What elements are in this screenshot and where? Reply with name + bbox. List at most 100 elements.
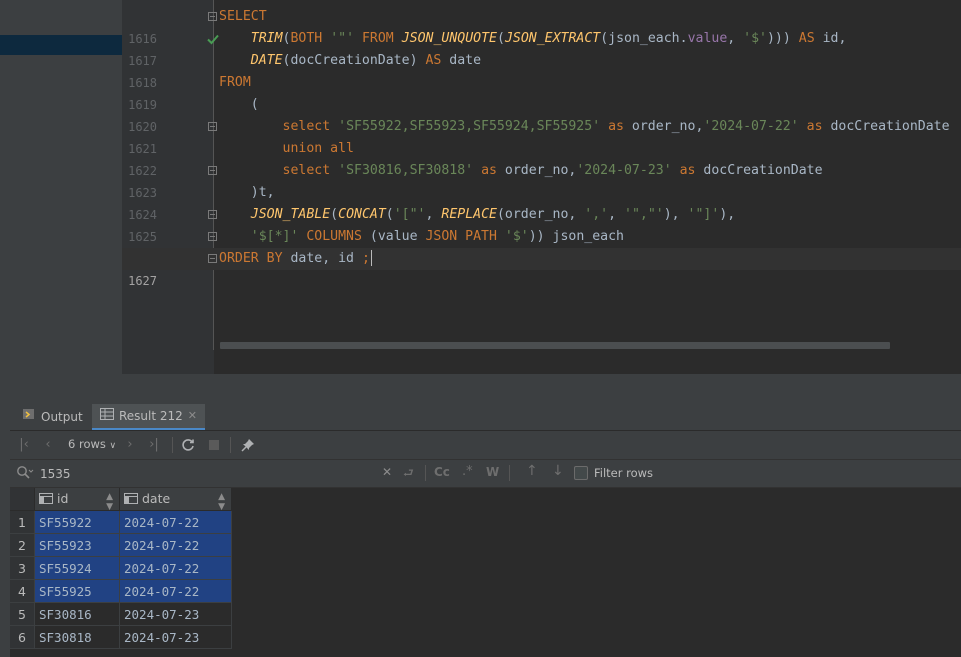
code-line[interactable]: 1625 JSON_TABLE(CONCAT('["', REPLACE(ord… — [122, 204, 961, 244]
code-text: FROM — [219, 75, 251, 90]
project-panel — [0, 0, 122, 374]
fold-icon[interactable] — [208, 122, 217, 131]
whole-words-icon[interactable]: W — [486, 465, 499, 479]
pin-icon[interactable] — [240, 437, 256, 453]
code-line[interactable]: 1619 FROM — [122, 72, 961, 112]
code-line[interactable]: 1620 ( — [122, 94, 961, 134]
row-number[interactable]: 5 — [10, 602, 35, 626]
cell-id[interactable]: SF55924 — [34, 556, 120, 580]
cell-id[interactable]: SF30818 — [34, 625, 120, 649]
cell-id[interactable]: SF55922 — [34, 510, 120, 534]
code-line-current[interactable]: 1627 ORDER BY date, id ; — [122, 248, 961, 288]
row-number[interactable]: 2 — [10, 533, 35, 557]
row-number[interactable]: 6 — [10, 625, 35, 649]
new-line-icon[interactable]: ⮐ — [403, 464, 414, 485]
code-text: DATE(docCreationDate) AS date — [250, 53, 482, 68]
previous-page-icon[interactable]: ‹ — [40, 437, 56, 453]
code-line[interactable]: 1618 DATE(docCreationDate) AS date — [122, 50, 961, 90]
code-text: SELECT — [219, 9, 267, 24]
code-text: '$[*]' COLUMNS (value JSON PATH '$')) js… — [250, 229, 624, 244]
column-icon — [39, 492, 53, 507]
column-icon — [124, 492, 138, 507]
tab-result[interactable]: Result 212 ✕ — [92, 404, 206, 430]
panel-divider[interactable] — [0, 374, 961, 404]
cell-date[interactable]: 2024-07-22 — [119, 510, 232, 534]
corner-cell[interactable] — [10, 488, 35, 511]
next-occurrence-icon[interactable]: ↓ — [552, 463, 564, 479]
code-line[interactable]: 1621 select 'SF55922,SF55923,SF55924,SF5… — [122, 116, 961, 156]
filter-rows-label[interactable]: Filter rows — [594, 466, 653, 480]
table-row[interactable]: 2 SF55923 2024-07-22 — [10, 533, 232, 557]
search-icon[interactable] — [16, 465, 34, 484]
search-input[interactable] — [38, 464, 342, 484]
toolbar-separator — [172, 437, 173, 453]
rows-count-dropdown[interactable]: 6 rows ∨ — [68, 437, 116, 451]
code-text: ORDER BY date, id ; — [219, 250, 372, 266]
tab-output[interactable]: Output — [22, 404, 83, 430]
table-row[interactable]: 1 SF55922 2024-07-22 — [10, 510, 232, 534]
row-number[interactable]: 4 — [10, 579, 35, 603]
regex-icon[interactable]: .* — [462, 464, 473, 479]
refresh-icon[interactable] — [180, 437, 196, 453]
table-row[interactable]: 5 SF30816 2024-07-23 — [10, 602, 232, 626]
result-table: id ▲ ▼ date ▲ ▼ 1 SF55922 2024-07-22 2 SF5… — [10, 488, 232, 649]
fold-icon[interactable] — [208, 254, 217, 263]
tab-output-label: Output — [41, 410, 83, 424]
cell-id[interactable]: SF55923 — [34, 533, 120, 557]
column-header-date[interactable]: date ▲ ▼ — [119, 488, 232, 512]
close-icon[interactable]: ✕ — [188, 404, 197, 428]
cell-id[interactable]: SF55925 — [34, 579, 120, 603]
column-header-label: id — [57, 491, 69, 506]
code-line[interactable]: 1617 TRIM(BOTH '"' FROM JSON_UNQUOTE(JSO… — [122, 28, 961, 68]
match-case-icon[interactable]: Cc — [434, 465, 450, 479]
fold-icon[interactable] — [208, 232, 217, 241]
filter-rows-checkbox[interactable] — [574, 466, 588, 480]
column-header-label: date — [142, 491, 171, 506]
line-number: 1627 — [128, 274, 157, 288]
tab-result-label: Result 212 — [119, 409, 183, 423]
result-grid[interactable]: id ▲ ▼ date ▲ ▼ 1 SF55922 2024-07-22 2 SF5… — [10, 488, 961, 657]
first-page-icon[interactable]: |‹ — [16, 437, 32, 453]
code-line[interactable]: 1622 union all — [122, 138, 961, 178]
table-row[interactable]: 6 SF30818 2024-07-23 — [10, 625, 232, 649]
row-number[interactable]: 3 — [10, 556, 35, 580]
code-text: union all — [282, 141, 354, 156]
stop-icon[interactable] — [206, 437, 222, 453]
fold-icon[interactable] — [208, 210, 217, 219]
last-page-icon[interactable]: ›| — [146, 437, 162, 453]
horizontal-scrollbar[interactable] — [220, 342, 890, 349]
rows-count-label: 6 rows — [68, 437, 106, 451]
column-header-id[interactable]: id ▲ ▼ — [34, 488, 120, 512]
project-panel-selected-item[interactable] — [0, 35, 122, 55]
code-line[interactable]: 1626 '$[*]' COLUMNS (value JSON PATH '$'… — [122, 226, 961, 266]
previous-occurrence-icon[interactable]: ↑ — [526, 463, 538, 479]
code-line[interactable]: 1624 )t, — [122, 182, 961, 222]
code-text: select 'SF55922,SF55923,SF55924,SF55925'… — [282, 119, 950, 134]
cell-date[interactable]: 2024-07-23 — [119, 625, 232, 649]
sort-icon[interactable]: ▲ ▼ — [106, 492, 113, 512]
toolbar-separator — [230, 437, 231, 453]
clear-search-icon[interactable]: ✕ — [382, 465, 392, 479]
code-text: ( — [219, 97, 259, 112]
table-row[interactable]: 4 SF55925 2024-07-22 — [10, 579, 232, 603]
text-caret — [370, 250, 372, 266]
row-number[interactable]: 1 — [10, 510, 35, 534]
tool-window-strip — [0, 404, 10, 657]
fold-icon[interactable] — [208, 12, 217, 21]
cell-date[interactable]: 2024-07-23 — [119, 602, 232, 626]
cell-date[interactable]: 2024-07-22 — [119, 579, 232, 603]
code-line[interactable]: 1623 select 'SF30816,SF30818' as order_n… — [122, 160, 961, 200]
code-text: TRIM(BOTH '"' FROM JSON_UNQUOTE(JSON_EXT… — [250, 31, 847, 46]
cell-id[interactable]: SF30816 — [34, 602, 120, 626]
next-page-icon[interactable]: › — [122, 437, 138, 453]
services-tabbar: Output Result 212 ✕ — [10, 404, 961, 431]
code-line[interactable]: 1616 SELECT — [122, 6, 961, 46]
sql-editor[interactable]: 1616 SELECT 1617 TRIM(BOTH '"' FROM JSON… — [122, 0, 961, 374]
cell-date[interactable]: 2024-07-22 — [119, 556, 232, 580]
output-icon — [22, 405, 36, 429]
fold-icon[interactable] — [208, 166, 217, 175]
table-row[interactable]: 3 SF55924 2024-07-22 — [10, 556, 232, 580]
code-text: select 'SF30816,SF30818' as order_no,'20… — [282, 163, 823, 178]
cell-date[interactable]: 2024-07-22 — [119, 533, 232, 557]
sort-icon[interactable]: ▲ ▼ — [218, 492, 225, 512]
